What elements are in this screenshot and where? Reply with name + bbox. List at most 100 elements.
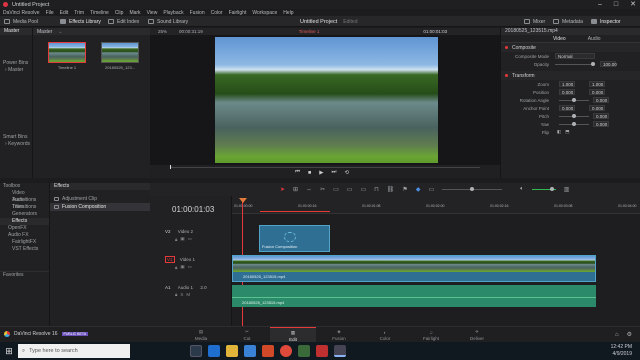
replace-clip-icon[interactable]: ▭ (360, 186, 366, 193)
timeline-zoom-knob[interactable] (470, 187, 475, 191)
track-name-v2[interactable]: Video 2 (178, 229, 193, 234)
transform-section[interactable]: Transform (501, 71, 640, 80)
volume-slider[interactable] (531, 187, 556, 191)
green-app-icon[interactable] (298, 345, 310, 357)
media-pool-button[interactable]: Media Pool (4, 16, 38, 27)
lock-icon[interactable]: 🔒︎ (175, 292, 177, 297)
rotation-value[interactable]: 0.000 (593, 97, 609, 103)
smart-bins-keywords[interactable]: › Keywords (0, 141, 32, 148)
loop-icon[interactable]: ⟲ (344, 170, 349, 176)
yaw-value[interactable]: 0.000 (593, 121, 609, 127)
menu-item[interactable]: Color (211, 10, 223, 16)
link-icon[interactable]: ⛓ (387, 186, 395, 193)
play-icon[interactable]: ▶ (319, 170, 323, 176)
settings-icon[interactable]: ⚙ (627, 331, 632, 338)
viewer-playhead[interactable] (170, 165, 171, 169)
go-to-start-icon[interactable]: ⏮ (295, 169, 300, 176)
track-name-v1[interactable]: Video 1 (180, 257, 195, 262)
viewer-zoom[interactable]: 25% (158, 29, 167, 34)
resolve-taskbar-icon[interactable] (334, 345, 346, 357)
tree-audio-transitions[interactable]: Audio Transitions (0, 197, 49, 210)
sound-library-button[interactable]: Sound Library (148, 16, 188, 27)
menu-item[interactable]: File (46, 10, 54, 16)
master-bin[interactable]: Master (0, 28, 32, 35)
speaker-icon[interactable]: 🔈︎ (520, 186, 524, 193)
marker-icon[interactable]: ◆ (416, 186, 421, 193)
media-clip-timeline[interactable] (48, 42, 86, 63)
close-button[interactable]: ✕ (630, 0, 636, 8)
pitch-slider-knob[interactable] (572, 113, 576, 118)
page-tab-deliver[interactable]: ✈ Deliver (454, 327, 500, 343)
menu-item[interactable]: Clip (115, 10, 124, 16)
system-clock[interactable]: 12:42 PM 4/9/2019 (611, 344, 632, 358)
flip-horizontal-icon[interactable]: ◧ (557, 129, 561, 135)
tab-audio[interactable]: Audio (588, 36, 601, 42)
rotation-slider-knob[interactable] (572, 97, 576, 102)
lock-icon[interactable]: 🔒︎ (175, 237, 177, 242)
menu-item[interactable]: Timeline (90, 10, 109, 16)
tree-toolbox[interactable]: Toolbox (0, 183, 49, 190)
menu-item[interactable]: DaVinci Resolve (3, 10, 40, 16)
minimize-button[interactable]: – (598, 1, 602, 8)
pitch-slider[interactable] (559, 113, 589, 118)
power-bins-master[interactable]: › Master (0, 67, 32, 74)
track-name-a1[interactable]: Audio 1 (178, 285, 193, 290)
menu-item[interactable]: Workspace (252, 10, 277, 16)
opacity-slider-knob[interactable] (591, 61, 595, 66)
timeline-zoom-slider[interactable] (442, 187, 503, 191)
position-y-value[interactable]: 0.000 (589, 89, 605, 95)
insert-clip-icon[interactable]: ▭ (333, 186, 339, 193)
zoom-out-icon[interactable]: ▭ (428, 186, 434, 193)
store-icon[interactable] (244, 345, 256, 357)
home-icon[interactable]: ⌂ (615, 332, 619, 338)
timeline-ruler[interactable]: 01:00:00:00 01:00:00:16 01:00:01:08 01:0… (232, 196, 640, 214)
mail-icon[interactable] (262, 345, 274, 357)
opacity-value[interactable]: 100.00 (600, 61, 617, 67)
timeline-name[interactable]: Timeline 1 (299, 29, 320, 34)
menu-item[interactable]: Help (283, 10, 293, 16)
video-clip[interactable]: 20180525_123515.mp4 (232, 255, 596, 282)
tree-effects[interactable]: Effects (0, 218, 49, 225)
menu-item[interactable]: Playback (163, 10, 183, 16)
taskbar-search[interactable]: ⌕ Type here to search (18, 344, 130, 358)
snapping-icon[interactable]: ⊓ (374, 186, 379, 193)
overwrite-clip-icon[interactable]: ▭ (347, 186, 353, 193)
selection-tool-icon[interactable]: ➤ (280, 186, 285, 193)
volume-knob[interactable] (549, 187, 554, 191)
go-to-end-icon[interactable]: ⏭ (332, 169, 337, 176)
monitor-icon[interactable]: ▣ (180, 264, 184, 270)
tree-fairlightfx[interactable]: FairlightFX (0, 239, 49, 246)
maximize-button[interactable]: □ (614, 1, 618, 8)
track-id-v1[interactable]: V1 (165, 256, 175, 263)
section-enabled-icon[interactable] (505, 46, 508, 49)
edge-icon[interactable] (208, 345, 220, 357)
page-tab-color[interactable]: ◐ Color (362, 327, 408, 343)
edit-index-button[interactable]: Edit Index (108, 16, 139, 27)
chrome-icon[interactable] (280, 345, 292, 357)
zoom-y-value[interactable]: 1.000 (589, 81, 605, 87)
pitch-value[interactable]: 0.000 (593, 113, 609, 119)
composite-section[interactable]: Composite (501, 43, 640, 52)
media-clip-video[interactable] (101, 42, 139, 63)
task-view-icon[interactable] (190, 345, 202, 357)
menu-item[interactable]: View (147, 10, 158, 16)
viewer-scrubber[interactable] (170, 167, 480, 168)
flag-icon[interactable]: ⚑ (402, 186, 407, 193)
tree-generators[interactable]: Generators (0, 211, 49, 218)
audio-clip[interactable]: 20180525_123515.mp4 (232, 285, 596, 307)
tree-audio-fx[interactable]: Audio FX (0, 232, 49, 239)
blade-tool-icon[interactable]: ✂ (320, 186, 325, 193)
section-enabled-icon[interactable] (505, 74, 508, 77)
yaw-slider[interactable] (559, 121, 589, 126)
metadata-button[interactable]: Metadata (553, 16, 583, 27)
page-tab-fairlight[interactable]: ♫ Fairlight (408, 327, 454, 343)
menu-item[interactable]: Fairlight (229, 10, 247, 16)
flip-vertical-icon[interactable]: ⬒ (565, 129, 569, 135)
tree-openfx[interactable]: OpenFX (0, 225, 49, 232)
windows-start-icon[interactable]: ⊞ (0, 346, 18, 357)
mixer-button[interactable]: Mixer (524, 16, 545, 27)
menu-item[interactable]: Edit (60, 10, 69, 16)
opacity-slider[interactable] (555, 61, 595, 66)
menu-item[interactable]: Mark (129, 10, 140, 16)
dynamic-trim-icon[interactable]: ⇔ (306, 187, 312, 193)
